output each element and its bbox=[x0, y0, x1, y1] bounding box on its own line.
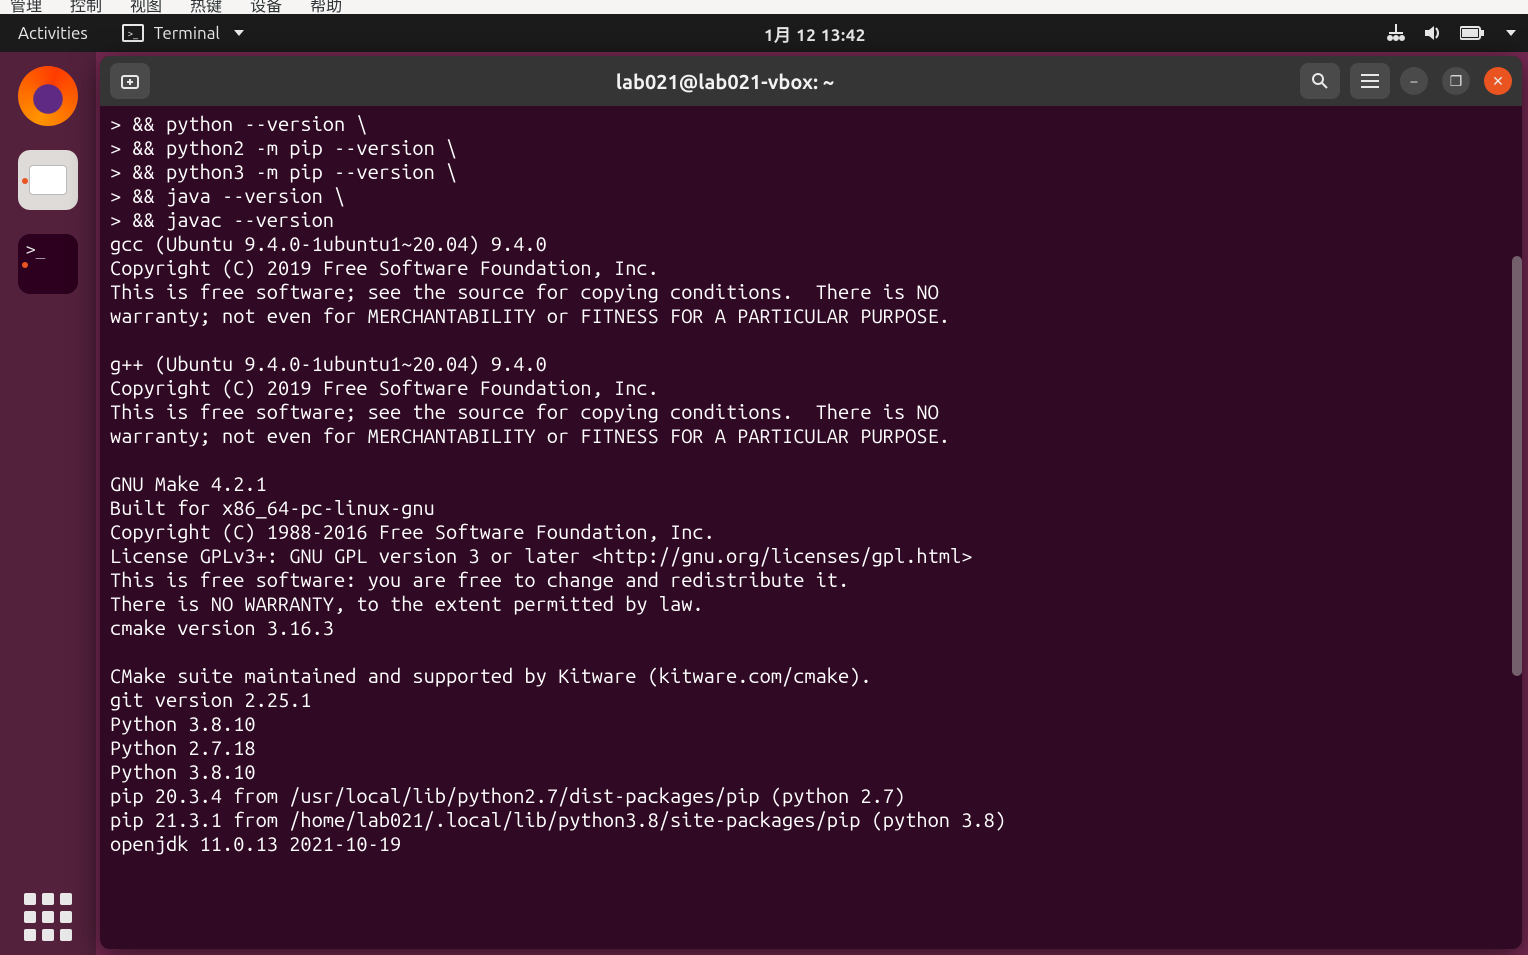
search-button[interactable] bbox=[1300, 63, 1340, 99]
chevron-down-icon bbox=[1506, 30, 1516, 36]
maximize-button[interactable]: ❐ bbox=[1442, 67, 1470, 95]
vm-menu-item[interactable]: 帮助 bbox=[310, 0, 342, 16]
terminal-output[interactable]: > && python --version \ > && python2 -m … bbox=[100, 106, 1522, 949]
vm-menu-item[interactable]: 设备 bbox=[250, 0, 282, 16]
search-icon bbox=[1311, 72, 1329, 90]
close-icon: ✕ bbox=[1492, 73, 1504, 90]
volume-icon bbox=[1424, 24, 1442, 42]
dock: >_ bbox=[0, 52, 96, 955]
running-indicator-icon bbox=[22, 262, 28, 268]
scrollbar-thumb[interactable] bbox=[1512, 256, 1522, 676]
show-applications-icon[interactable] bbox=[24, 893, 72, 941]
network-icon bbox=[1386, 24, 1406, 42]
close-button[interactable]: ✕ bbox=[1484, 67, 1512, 95]
clock[interactable]: 1月 12 13:42 bbox=[262, 21, 1368, 46]
chevron-down-icon bbox=[234, 30, 244, 36]
vm-menu-item[interactable]: 视图 bbox=[130, 0, 162, 16]
app-menu[interactable]: >_ Terminal bbox=[122, 24, 244, 43]
vm-menu-item[interactable]: 管理 bbox=[10, 0, 42, 16]
new-tab-button[interactable] bbox=[110, 63, 150, 99]
gnome-topbar: Activities >_ Terminal 1月 12 13:42 bbox=[0, 14, 1528, 52]
activities-button[interactable]: Activities bbox=[12, 20, 94, 47]
vm-host-menu: 管理 控制 视图 热键 设备 帮助 bbox=[0, 0, 1528, 14]
new-tab-icon bbox=[120, 72, 140, 90]
firefox-icon[interactable] bbox=[18, 66, 78, 126]
minimize-button[interactable]: – bbox=[1400, 67, 1428, 95]
titlebar: lab021@lab021-vbox: ~ – ❐ ✕ bbox=[100, 56, 1522, 106]
running-indicator-icon bbox=[22, 178, 28, 184]
battery-icon bbox=[1460, 26, 1484, 40]
hamburger-icon bbox=[1361, 74, 1379, 88]
vm-menu-item[interactable]: 控制 bbox=[70, 0, 102, 16]
terminal-icon: >_ bbox=[122, 24, 144, 42]
maximize-icon: ❐ bbox=[1450, 73, 1463, 90]
vm-menu-item[interactable]: 热键 bbox=[190, 0, 222, 16]
minimize-icon: – bbox=[1411, 73, 1418, 89]
terminal-window: lab021@lab021-vbox: ~ – ❐ ✕ > && python … bbox=[100, 56, 1522, 949]
app-menu-label: Terminal bbox=[154, 24, 220, 43]
system-status-area[interactable] bbox=[1386, 24, 1516, 42]
window-title: lab021@lab021-vbox: ~ bbox=[160, 70, 1290, 93]
hamburger-menu-button[interactable] bbox=[1350, 63, 1390, 99]
